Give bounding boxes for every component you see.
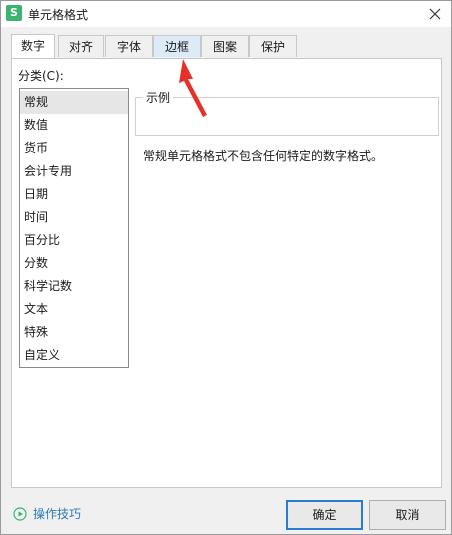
tab-alignment[interactable]: 对齐 [58,35,104,57]
category-item-number[interactable]: 数值 [20,114,128,137]
cancel-button[interactable]: 取消 [369,500,446,530]
number-tab-panel: 分类(C): 常规 数值 货币 会计专用 日期 时间 百分比 分数 科学记数 文… [11,58,442,488]
close-button[interactable] [425,4,445,24]
ok-button[interactable]: 确定 [286,500,363,530]
dialog-title: 单元格格式 [28,8,89,22]
category-item-date[interactable]: 日期 [20,183,128,206]
category-item-currency[interactable]: 货币 [20,137,128,160]
tab-pattern[interactable]: 图案 [201,35,249,57]
tab-border[interactable]: 边框 [153,35,201,57]
category-item-custom[interactable]: 自定义 [20,344,128,367]
help-tips-label[interactable]: 操作技巧 [33,505,81,522]
format-description: 常规单元格格式不包含任何特定的数字格式。 [143,149,384,163]
category-item-general[interactable]: 常规 [20,91,128,114]
tab-font[interactable]: 字体 [105,35,153,57]
category-list[interactable]: 常规 数值 货币 会计专用 日期 时间 百分比 分数 科学记数 文本 特殊 自定… [19,88,129,368]
category-item-scientific[interactable]: 科学记数 [20,275,128,298]
category-item-percentage[interactable]: 百分比 [20,229,128,252]
help-tips-link[interactable]: 操作技巧 [13,505,81,522]
category-item-special[interactable]: 特殊 [20,321,128,344]
category-label: 分类(C): [18,69,64,83]
category-item-text[interactable]: 文本 [20,298,128,321]
category-item-time[interactable]: 时间 [20,206,128,229]
tab-protection[interactable]: 保护 [249,35,297,57]
category-item-accounting[interactable]: 会计专用 [20,160,128,183]
sample-box [135,97,439,136]
category-item-fraction[interactable]: 分数 [20,252,128,275]
tab-number[interactable]: 数字 [11,34,55,58]
sample-label: 示例 [143,89,174,106]
title-bar: S 单元格格式 [1,1,451,27]
format-cells-dialog: S 单元格格式 数字 对齐 字体 边框 图案 保护 分类(C): 常规 数值 货… [0,0,452,535]
app-icon: S [6,5,22,21]
play-circle-icon [13,506,27,521]
close-icon [429,8,441,20]
